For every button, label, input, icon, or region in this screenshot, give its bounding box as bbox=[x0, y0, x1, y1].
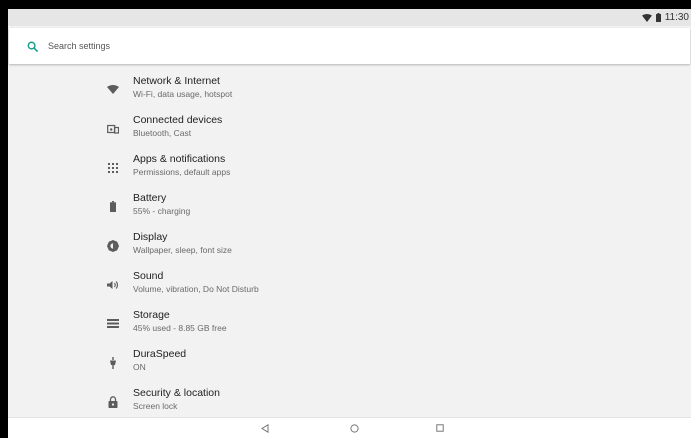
battery-icon bbox=[106, 200, 120, 214]
search-bar[interactable]: Search settings bbox=[9, 28, 690, 64]
item-subtitle: Volume, vibration, Do Not Disturb bbox=[133, 284, 259, 294]
status-icons: 11:30 bbox=[641, 9, 691, 26]
lock-icon bbox=[106, 395, 120, 409]
item-subtitle: Wallpaper, sleep, font size bbox=[133, 245, 232, 255]
item-subtitle: Wi-Fi, data usage, hotspot bbox=[133, 89, 233, 99]
apps-grid-icon bbox=[106, 161, 120, 175]
settings-item-battery[interactable]: Battery 55% - charging bbox=[8, 187, 691, 226]
item-title: Sound bbox=[133, 270, 164, 282]
item-title: Apps & notifications bbox=[133, 153, 226, 165]
home-icon[interactable] bbox=[348, 422, 360, 434]
settings-item-display[interactable]: Display Wallpaper, sleep, font size bbox=[8, 226, 691, 265]
item-title: Battery bbox=[133, 192, 167, 204]
duraspeed-icon bbox=[106, 356, 120, 370]
volume-icon bbox=[106, 278, 120, 292]
wifi-icon bbox=[106, 83, 120, 97]
settings-item-security[interactable]: Security & location Screen lock bbox=[8, 382, 691, 421]
search-input[interactable]: Search settings bbox=[48, 41, 110, 51]
recents-icon[interactable] bbox=[434, 422, 446, 434]
item-title: Storage bbox=[133, 309, 170, 321]
settings-item-connected-devices[interactable]: Connected devices Bluetooth, Cast bbox=[8, 109, 691, 148]
item-title: Display bbox=[133, 231, 168, 243]
navigation-bar bbox=[8, 417, 691, 438]
settings-screen: 11:30 Search settings Network & Internet… bbox=[8, 9, 691, 438]
item-title: Security & location bbox=[133, 387, 220, 399]
item-title: DuraSpeed bbox=[133, 348, 187, 360]
back-icon[interactable] bbox=[259, 422, 271, 434]
settings-item-duraspeed[interactable]: DuraSpeed ON bbox=[8, 343, 691, 382]
settings-item-apps[interactable]: Apps & notifications Permissions, defaul… bbox=[8, 148, 691, 187]
device-frame: 11:30 Search settings Network & Internet… bbox=[0, 0, 691, 438]
item-subtitle: Permissions, default apps bbox=[133, 167, 231, 177]
item-subtitle: ON bbox=[133, 362, 146, 372]
devices-icon bbox=[106, 122, 120, 136]
status-bar: 11:30 bbox=[8, 9, 691, 26]
item-subtitle: 55% - charging bbox=[133, 206, 191, 216]
status-time: 11:30 bbox=[664, 12, 689, 23]
settings-item-storage[interactable]: Storage 45% used - 8.85 GB free bbox=[8, 304, 691, 343]
item-subtitle: 45% used - 8.85 GB free bbox=[133, 323, 227, 333]
battery-icon bbox=[655, 13, 661, 22]
brightness-icon bbox=[106, 239, 120, 253]
item-subtitle: Bluetooth, Cast bbox=[133, 128, 192, 138]
item-title: Connected devices bbox=[133, 114, 223, 126]
settings-item-sound[interactable]: Sound Volume, vibration, Do Not Disturb bbox=[8, 265, 691, 304]
storage-icon bbox=[106, 317, 120, 331]
settings-list: Network & Internet Wi-Fi, data usage, ho… bbox=[8, 70, 691, 421]
search-icon[interactable] bbox=[24, 38, 40, 54]
settings-item-network[interactable]: Network & Internet Wi-Fi, data usage, ho… bbox=[8, 70, 691, 109]
wifi-icon bbox=[641, 13, 652, 22]
item-title: Network & Internet bbox=[133, 75, 220, 87]
item-subtitle: Screen lock bbox=[133, 401, 178, 411]
